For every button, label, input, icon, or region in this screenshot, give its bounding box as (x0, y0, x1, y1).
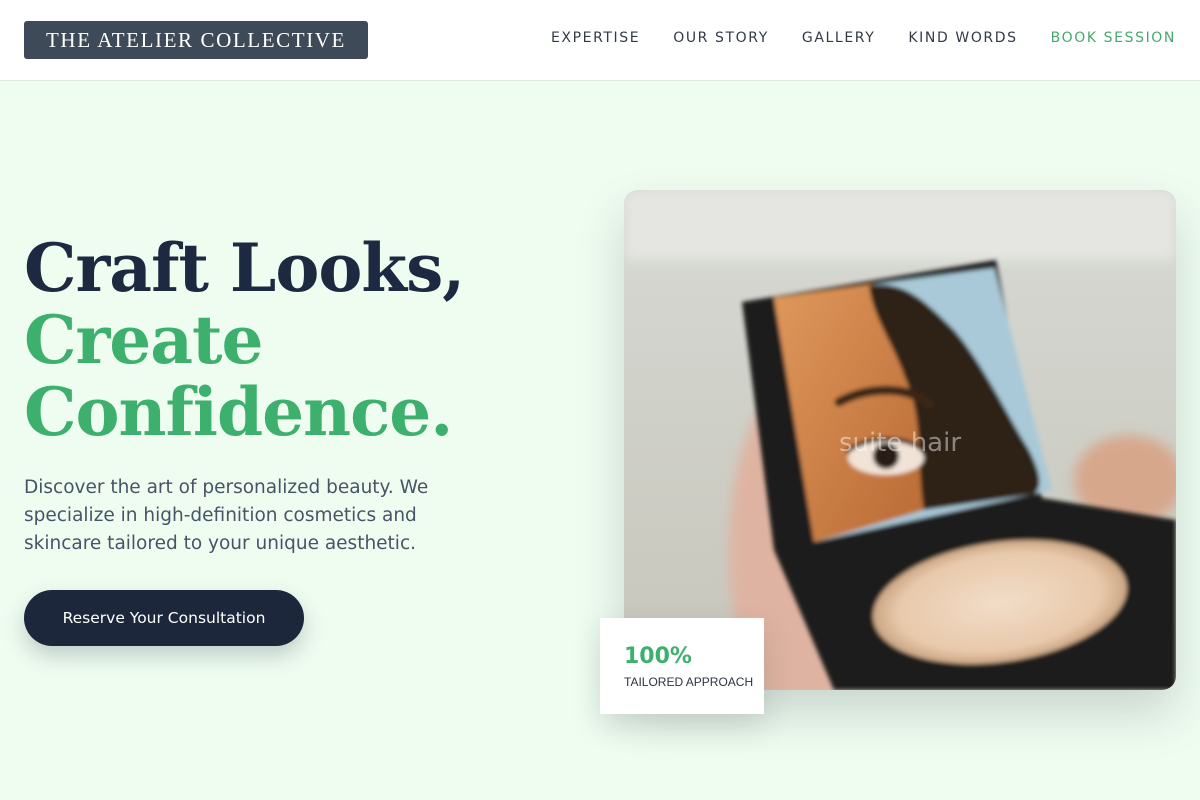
headline-line-1: Craft Looks, (24, 229, 465, 307)
main-nav: EXPERTISE OUR STORY GALLERY KIND WORDS B… (551, 30, 1176, 46)
brand-logo[interactable]: THE ATELIER COLLECTIVE (24, 21, 368, 59)
nav-link-gallery[interactable]: GALLERY (802, 30, 875, 46)
reserve-consultation-button[interactable]: Reserve Your Consultation (24, 590, 304, 646)
nav-link-expertise[interactable]: EXPERTISE (551, 30, 640, 46)
headline-line-2: Create (24, 301, 264, 379)
image-caption: suite hair (838, 428, 962, 458)
nav-link-book-session[interactable]: BOOK SESSION (1051, 30, 1176, 46)
headline-line-3: Confidence. (24, 373, 453, 451)
stat-label: TAILORED APPROACH (624, 675, 754, 689)
stat-card: 100% TAILORED APPROACH (600, 618, 764, 714)
stat-value: 100% (624, 644, 692, 669)
hero-description: Discover the art of personalized beauty.… (24, 477, 429, 554)
hero-image: suite hair (624, 190, 1176, 690)
hero-headline: Craft Looks, Create Confidence. (24, 232, 544, 448)
nav-link-kind-words[interactable]: KIND WORDS (908, 30, 1017, 46)
nav-link-our-story[interactable]: OUR STORY (673, 30, 769, 46)
site-header: THE ATELIER COLLECTIVE EXPERTISE OUR STO… (0, 0, 1200, 81)
